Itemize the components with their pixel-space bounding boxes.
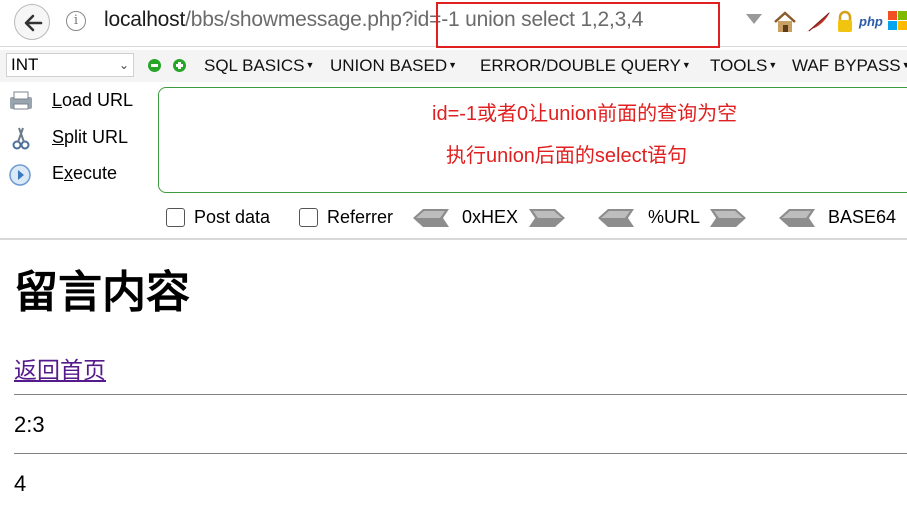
menu-waf-bypass[interactable]: WAF BYPASS▼ — [792, 56, 907, 76]
panel-divider — [0, 238, 907, 240]
svg-text:php: php — [858, 14, 883, 29]
load-url-icon — [10, 91, 32, 110]
base64-decode-arrow-icon[interactable] — [779, 209, 815, 227]
menu-tools-label: TOOLS — [710, 56, 768, 75]
menu-waf-bypass-label: WAF BYPASS — [792, 56, 901, 75]
split-url-label: Split URL — [52, 127, 129, 147]
page-title: 留言内容 — [14, 267, 190, 318]
annotation-line-1: id=-1或者0让union前面的查询为空 — [432, 103, 738, 125]
windows-icon[interactable] — [888, 10, 907, 32]
menu-sql-basics-label: SQL BASICS — [204, 56, 305, 75]
post-data-checkbox[interactable] — [166, 208, 185, 227]
url-decode-arrow-icon[interactable] — [598, 209, 634, 227]
address-bar: i localhost/bbs/showmessage.php?id=-1 un… — [0, 0, 907, 48]
hackbar-options: Post data Referrer 0xHEX %URL BASE64 — [0, 202, 907, 236]
divider — [14, 394, 907, 395]
url-encoder-label: %URL — [648, 207, 701, 227]
referrer-label: Referrer — [327, 207, 394, 227]
url-dropdown-icon[interactable] — [746, 14, 762, 24]
menu-error-double-query[interactable]: ERROR/DOUBLE QUERY▼ — [480, 56, 691, 76]
site-info-icon[interactable]: i — [66, 11, 86, 31]
menu-sql-basics[interactable]: SQL BASICS▼ — [204, 56, 314, 76]
url-host: localhost — [104, 8, 186, 31]
referrer-checkbox[interactable] — [299, 208, 318, 227]
menu-error-double-query-label: ERROR/DOUBLE QUERY — [480, 56, 681, 75]
menu-union-based-label: UNION BASED — [330, 56, 448, 75]
post-data-label: Post data — [194, 207, 271, 227]
home-link[interactable]: 返回首页 — [14, 351, 106, 385]
message-line: 4 — [14, 471, 27, 496]
back-arrow-icon — [24, 14, 43, 32]
hackbar-menubar: INT ⌄ SQL BASICS▼ UNION BASED▼ ERROR/DOU… — [0, 50, 907, 82]
load-url-label: Load URL — [52, 90, 134, 110]
query-highlight-box — [436, 2, 720, 48]
feather-icon[interactable] — [804, 10, 832, 34]
hex-encode-arrow-icon[interactable] — [529, 209, 565, 227]
menu-tools[interactable]: TOOLS▼ — [710, 56, 777, 76]
menu-union-based[interactable]: UNION BASED▼ — [330, 56, 457, 76]
increase-icon[interactable] — [173, 59, 186, 72]
execute-label: Execute — [52, 163, 118, 183]
hex-encoder-label: 0xHEX — [462, 207, 519, 227]
play-icon — [9, 164, 31, 186]
home-icon[interactable] — [772, 10, 798, 34]
chevron-down-icon: ⌄ — [118, 58, 129, 72]
url-encode-arrow-icon[interactable] — [710, 209, 746, 227]
url-path: /bbs/showmessage.php? — [185, 8, 414, 31]
back-button[interactable] — [14, 4, 50, 40]
divider — [14, 453, 907, 454]
injection-type-select[interactable]: INT ⌄ — [6, 53, 134, 77]
message-line: 2:3 — [14, 412, 45, 437]
decrease-icon[interactable] — [148, 59, 161, 72]
injection-type-value: INT — [11, 55, 39, 74]
annotation-line-2: 执行union后面的select语句 — [446, 145, 688, 167]
scissors-icon — [12, 127, 30, 150]
base64-encoder-label: BASE64 — [828, 207, 897, 227]
hex-decode-arrow-icon[interactable] — [413, 209, 449, 227]
php-icon[interactable]: php — [858, 12, 886, 30]
lock-icon[interactable] — [836, 10, 854, 34]
